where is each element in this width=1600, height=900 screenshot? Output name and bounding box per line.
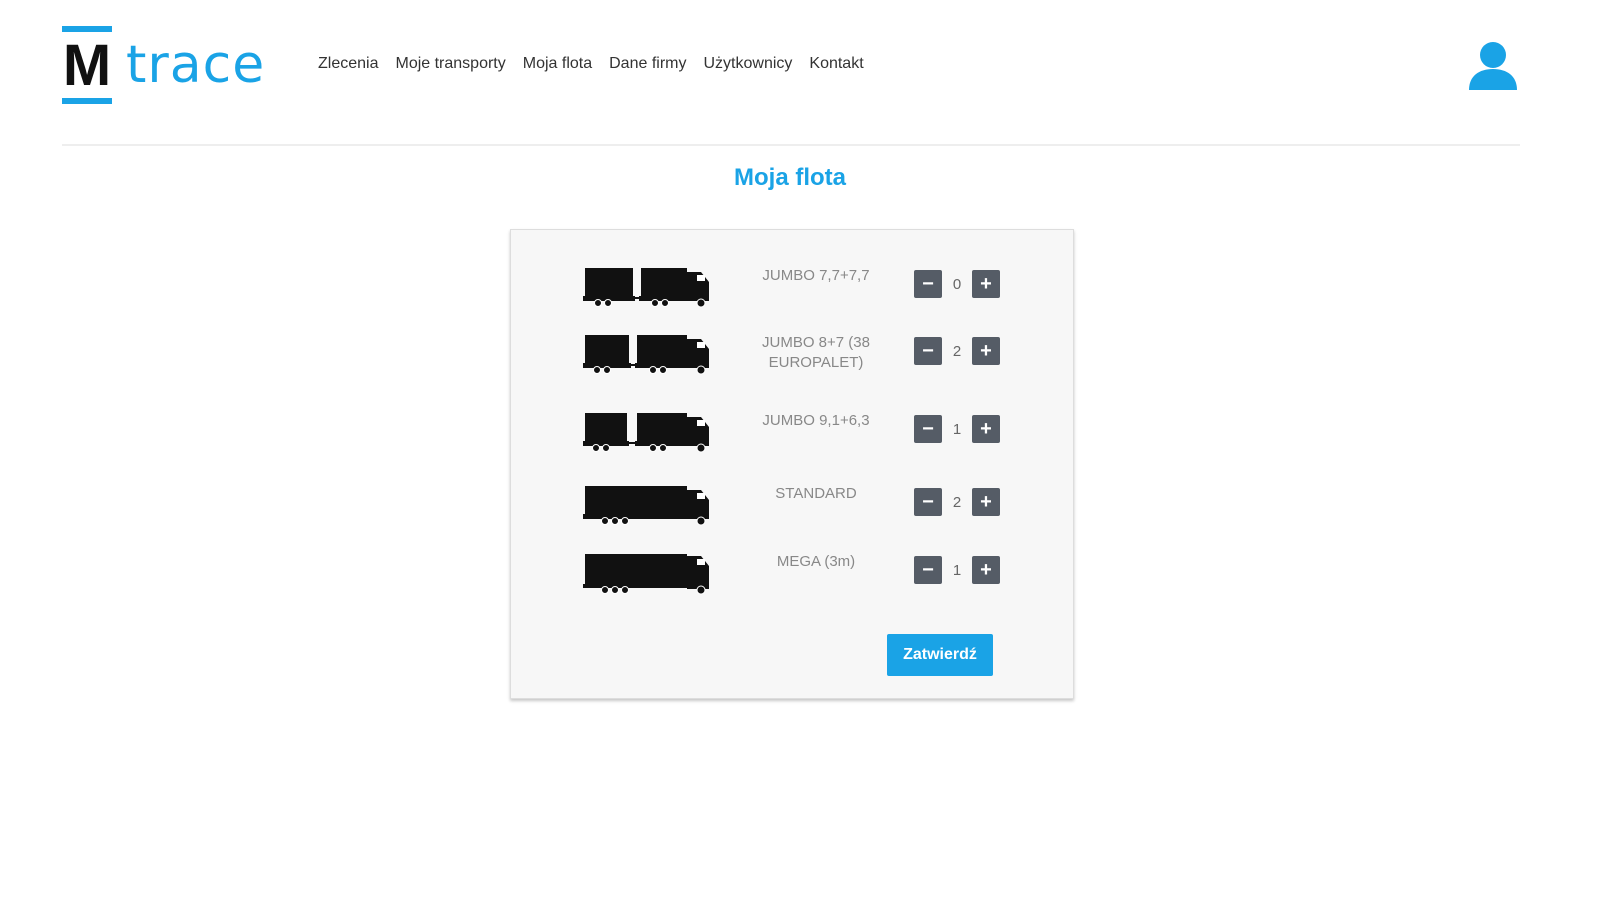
quantity-stepper: − 1 + bbox=[914, 415, 1000, 443]
quantity-value: 1 bbox=[952, 561, 962, 579]
fleet-card: JUMBO 7,7+7,7 − 0 + JUMBO 8+7 (38 EUROPA… bbox=[510, 229, 1074, 699]
decrement-button[interactable]: − bbox=[914, 556, 942, 584]
semi-truck-icon bbox=[583, 484, 713, 532]
logo-bar-top bbox=[62, 26, 112, 32]
fleet-row: STANDARD − 2 + bbox=[511, 484, 1075, 544]
vehicle-type-label: JUMBO 8+7 (38 EUROPALET) bbox=[762, 334, 870, 371]
logo[interactable]: M trace bbox=[62, 25, 282, 105]
quantity-stepper: − 1 + bbox=[914, 556, 1000, 584]
nav-item-moja-flota[interactable]: Moja flota bbox=[523, 55, 592, 73]
fleet-row: MEGA (3m) − 1 + bbox=[511, 552, 1075, 612]
quantity-value: 1 bbox=[952, 420, 962, 438]
semi-truck-icon bbox=[583, 552, 713, 600]
vehicle-type-label: STANDARD bbox=[775, 485, 857, 502]
quantity-stepper: − 0 + bbox=[914, 270, 1000, 298]
decrement-button[interactable]: − bbox=[914, 337, 942, 365]
quantity-value: 0 bbox=[952, 275, 962, 293]
logo-wordmark: trace bbox=[126, 35, 266, 95]
header-divider bbox=[62, 144, 1520, 146]
nav-item-uzytkownicy[interactable]: Użytkownicy bbox=[703, 55, 792, 73]
nav-item-moje-transporty[interactable]: Moje transporty bbox=[395, 55, 505, 73]
vehicle-type-label: JUMBO 9,1+6,3 bbox=[762, 412, 870, 429]
decrement-button[interactable]: − bbox=[914, 270, 942, 298]
quantity-value: 2 bbox=[952, 493, 962, 511]
main-nav: Zlecenia Moje transporty Moja flota Dane… bbox=[318, 55, 864, 73]
increment-button[interactable]: + bbox=[972, 488, 1000, 516]
decrement-button[interactable]: − bbox=[914, 415, 942, 443]
truck-trailer-icon bbox=[583, 333, 713, 381]
vehicle-type-label: JUMBO 7,7+7,7 bbox=[762, 267, 870, 284]
user-icon[interactable] bbox=[1468, 40, 1518, 92]
fleet-row: JUMBO 7,7+7,7 − 0 + bbox=[511, 266, 1075, 326]
confirm-button[interactable]: Zatwierdź bbox=[887, 634, 993, 676]
logo-mark: M bbox=[62, 26, 112, 104]
truck-trailer-icon bbox=[583, 266, 713, 314]
vehicle-type-label: MEGA (3m) bbox=[776, 553, 856, 570]
truck-trailer-icon bbox=[583, 411, 713, 459]
decrement-button[interactable]: − bbox=[914, 488, 942, 516]
quantity-stepper: − 2 + bbox=[914, 488, 1000, 516]
nav-item-zlecenia[interactable]: Zlecenia bbox=[318, 55, 378, 73]
increment-button[interactable]: + bbox=[972, 337, 1000, 365]
fleet-row: JUMBO 8+7 (38 EUROPALET) − 2 + bbox=[511, 333, 1075, 393]
nav-item-kontakt[interactable]: Kontakt bbox=[809, 55, 863, 73]
increment-button[interactable]: + bbox=[972, 270, 1000, 298]
logo-letter: M bbox=[62, 33, 112, 98]
nav-item-dane-firmy[interactable]: Dane firmy bbox=[609, 55, 686, 73]
page-title: Moja flota bbox=[734, 164, 846, 191]
fleet-row: JUMBO 9,1+6,3 − 1 + bbox=[511, 411, 1075, 471]
increment-button[interactable]: + bbox=[972, 415, 1000, 443]
header: M trace Zlecenia Moje transporty Moja fl… bbox=[0, 0, 1600, 146]
quantity-stepper: − 2 + bbox=[914, 337, 1000, 365]
increment-button[interactable]: + bbox=[972, 556, 1000, 584]
logo-bar-bottom bbox=[62, 98, 112, 104]
quantity-value: 2 bbox=[952, 342, 962, 360]
